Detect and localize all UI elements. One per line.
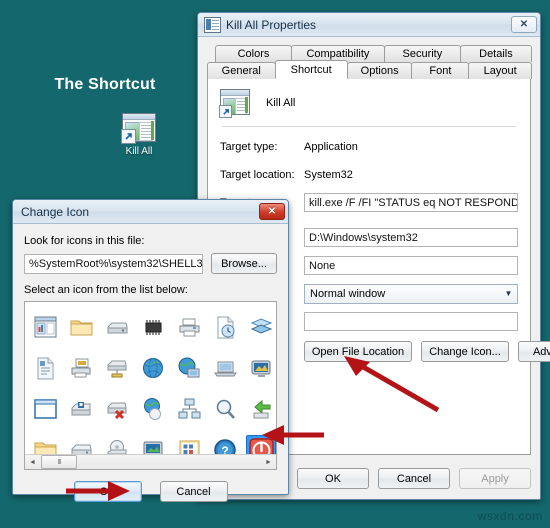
divider [222,126,516,127]
field-target-location: Target location: System32 [220,166,518,183]
printer-icon[interactable] [174,312,204,344]
scroll-right-icon[interactable]: ► [261,456,276,469]
shortcut-key-input[interactable]: None [304,256,518,275]
field-label: Target location: [220,168,295,181]
document-icon[interactable] [30,353,60,385]
shortcut-label: Kill All [125,146,153,157]
scrollbar-thumb[interactable]: III [41,455,77,469]
cancel-button[interactable]: Cancel [378,468,450,489]
change-icon-title: Change Icon [21,204,90,219]
close-icon[interactable]: ✕ [259,203,285,220]
network-icon[interactable] [174,394,204,426]
target-input[interactable]: kill.exe /F /FI "STATUS eq NOT RESPONDIN… [304,193,518,212]
icon-row [30,348,272,389]
save-disk-icon[interactable] [66,394,96,426]
change-icon-button[interactable]: Change Icon... [421,341,509,362]
search-icon[interactable] [210,394,240,426]
field-label: Target type: [220,140,278,153]
chip-icon[interactable] [138,312,168,344]
apply-button: Apply [459,468,531,489]
drive-icon[interactable] [102,312,132,344]
icon-list-scrollbar[interactable]: ◄ III ► [25,454,276,469]
globe-icon[interactable] [138,353,168,385]
shortcut-arrow-icon [121,129,136,144]
icon-file-input[interactable]: %SystemRoot%\system32\SHELL32 [24,253,203,274]
shortcut-icon [121,113,156,144]
field-value: Application [304,140,358,153]
green-arrow-usb-icon[interactable] [246,394,276,426]
globe-sphere-icon[interactable] [138,394,168,426]
change-icon-footer: OK Cancel [24,481,277,502]
display-icon[interactable] [246,353,276,385]
globe-computer-icon[interactable] [174,353,204,385]
run-selected-value: Normal window [310,287,386,300]
browse-button[interactable]: Browse... [211,253,277,274]
start-in-input[interactable]: D:\Windows\system32 [304,228,518,247]
scroll-left-icon[interactable]: ◄ [25,456,40,469]
change-icon-dialog: Change Icon ✕ Look for icons in this fil… [12,199,289,502]
ok-button[interactable]: OK [297,468,369,489]
icon-list[interactable]: ? ◄ III ► [24,301,277,470]
icon-row [30,307,272,348]
shortcut-app-header: Kill All [219,89,518,118]
chevron-down-icon: ▼ [504,289,513,298]
network-drive-icon[interactable] [102,353,132,385]
tab-details[interactable]: Details [459,45,532,62]
field-target-type: Target type: Application [220,138,518,155]
properties-titlebar: Kill All Properties ✕ [198,13,540,37]
shortcut-action-buttons: Open File Location Change Icon... Advanc… [304,341,550,362]
disconnected-drive-icon[interactable] [102,394,132,426]
tab-font[interactable]: Font [411,62,470,79]
tabstrip-row-1: Colors Compatibility Security Details [215,45,532,62]
open-file-location-button[interactable]: Open File Location [304,341,412,362]
advanced-button[interactable]: Advanced... [518,341,550,362]
shortcut-app-name: Kill All [266,97,296,109]
laptop-icon[interactable] [210,353,240,385]
print-queue-icon[interactable] [66,353,96,385]
desktop-shortcut-kill-all[interactable]: Kill All [108,113,170,157]
icon-row [30,389,272,430]
properties-title: Kill All Properties [226,17,317,32]
run-dropdown[interactable]: Normal window ▼ [304,283,518,304]
icon-list-label: Select an icon from the list below: [24,284,188,296]
folder-icon[interactable] [66,312,96,344]
recent-document-icon[interactable] [210,312,240,344]
ok-button[interactable]: OK [73,481,142,502]
blank-window-icon[interactable] [30,394,60,426]
file-field-row: %SystemRoot%\system32\SHELL32 Browse... [24,253,277,274]
comment-input[interactable] [304,312,518,331]
desktop-caption: The Shortcut [54,76,156,93]
change-icon-titlebar: Change Icon ✕ [13,200,288,224]
tab-layout[interactable]: Layout [468,62,532,79]
shortcut-arrow-icon [219,105,232,118]
tabstrip-row-2: General Shortcut Options Font Layout [207,60,532,79]
window-preview-icon[interactable] [30,312,60,344]
network-stack-icon[interactable] [246,312,276,344]
tab-options[interactable]: Options [346,62,413,79]
cancel-button[interactable]: Cancel [159,481,228,502]
file-field-label: Look for icons in this file: [24,235,145,247]
tab-security[interactable]: Security [383,45,461,62]
watermark: wsxdn.com [477,509,543,523]
tab-general[interactable]: General [207,62,276,79]
tab-shortcut[interactable]: Shortcut [274,60,348,79]
shortcut-window-icon [204,16,221,33]
field-value: System32 [304,168,353,181]
shortcut-app-icon [219,89,250,118]
close-icon[interactable]: ✕ [511,16,537,33]
